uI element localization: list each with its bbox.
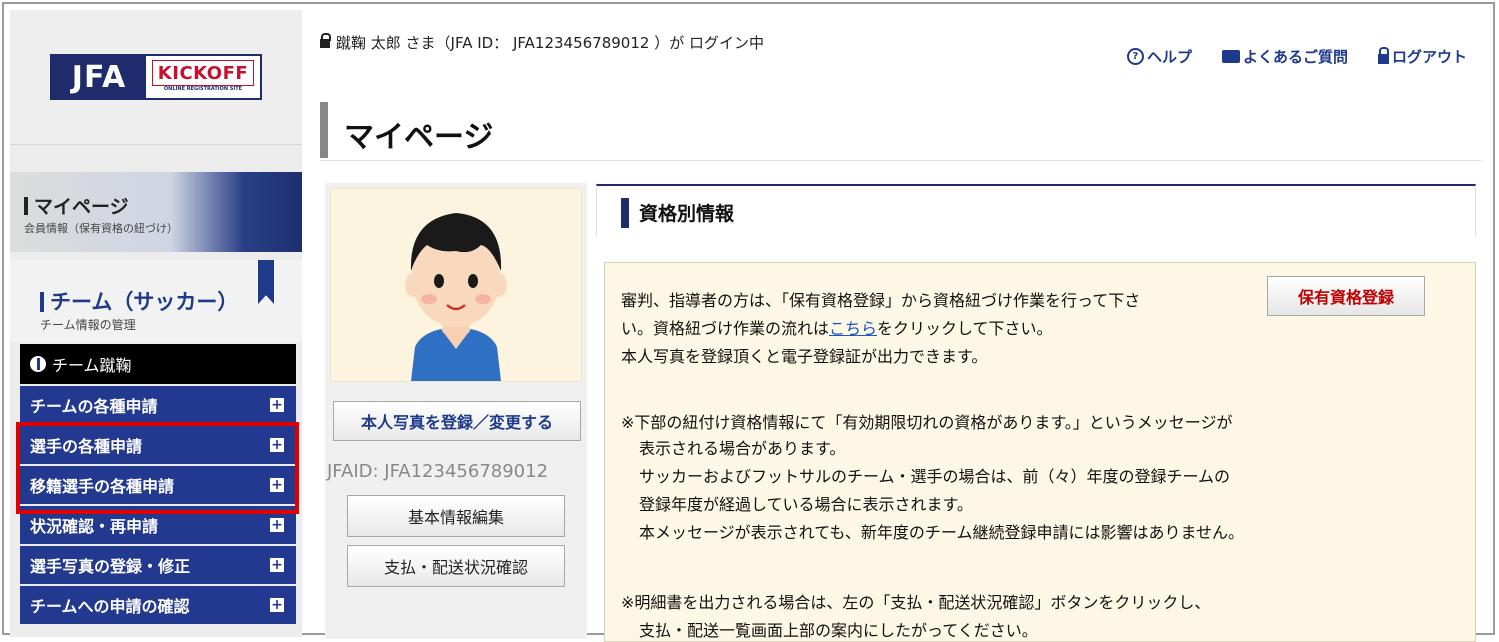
jfa-id: JFAID: JFA123456789012 (327, 461, 549, 482)
flow-link[interactable]: こちら (829, 319, 877, 338)
qualification-instruction-line2: い。資格紐づけ作業の流れはこちらをクリックして下さい。 (621, 315, 1053, 339)
logout-link-label: ログアウト (1391, 48, 1467, 66)
register-photo-button[interactable]: 本人写真を登録／変更する (333, 401, 581, 441)
logo-jfa-text: JFA (52, 56, 146, 98)
qualification-instruction-line1: 審判、指導者の方は、「保有資格登録」から資格紐づけ作業を行って下さ (621, 291, 1141, 310)
faq-link-label: よくあるご質問 (1242, 48, 1348, 66)
register-qualification-button[interactable]: 保有資格登録 (1267, 276, 1425, 316)
plus-icon[interactable]: + (270, 518, 284, 532)
highlight-annotation (16, 422, 299, 514)
top-links: ? ヘルプ よくあるご質問 ログアウト (1126, 46, 1467, 67)
team-menu-header: チーム蹴鞠 (20, 344, 296, 384)
menu-item-label: 選手写真の登録・修正 (30, 557, 191, 576)
plus-icon[interactable]: + (270, 558, 284, 572)
line2-text-before: い。資格紐づけ作業の流れは (621, 319, 830, 338)
team-name: チーム蹴鞠 (52, 356, 132, 375)
chat-bubble-icon (1221, 50, 1240, 63)
photo-notice: 本人写真を登録頂くと電子登録証が出力できます。 (621, 347, 988, 366)
qualification-info-box: 保有資格登録 審判、指導者の方は、「保有資格登録」から資格紐づけ作業を行って下さ… (604, 262, 1476, 642)
login-status-text: 蹴鞠 太郎 さま（JFA ID： JFA123456789012 ）が ログイン… (336, 34, 764, 52)
logo-area: JFA KICKOFF ONLINE REGISTRATION SITE (10, 10, 302, 145)
qualification-section-title: 資格別情報 (639, 203, 735, 225)
team-emblem-icon (30, 356, 46, 372)
avatar-illustration (405, 213, 507, 381)
avatar (330, 188, 582, 382)
statement-note-line2: 支払・配送一覧画面上部の案内にしたがってください。 (639, 621, 1038, 640)
help-link[interactable]: ? ヘルプ (1126, 46, 1192, 67)
edit-basic-info-button[interactable]: 基本情報編集 (347, 495, 565, 537)
expired-note-line5: 本メッセージが表示されても、新年度のチーム継続登録申請には影響はありません。 (639, 523, 1244, 542)
statement-note-line1: ※明細書を出力される場合は、左の「支払・配送状況確認」ボタンをクリックし、 (621, 593, 1211, 612)
logo-kickoff-text: KICKOFF (152, 60, 254, 86)
help-icon: ? (1126, 48, 1144, 65)
expired-note-line4: 登録年度が経過している場合に表示されます。 (639, 495, 973, 514)
line2-text-after: をクリックして下さい。 (877, 319, 1053, 338)
payment-shipping-status-button[interactable]: 支払・配送状況確認 (347, 545, 565, 587)
lock-icon (320, 33, 331, 48)
sidebar-mypage-subtitle: 会員情報（保有資格の紐づけ） (24, 222, 178, 235)
expired-note-line1: ※下部の紐付け資格情報にて「有効期限切れの資格があります。」というメッセージが (621, 413, 1233, 432)
unlock-icon (1377, 47, 1389, 64)
logout-link[interactable]: ログアウト (1377, 46, 1467, 67)
sidebar: JFA KICKOFF ONLINE REGISTRATION SITE マイペ… (10, 10, 302, 637)
sidebar-item-team[interactable]: チーム（サッカー） チーム情報の管理 (10, 260, 302, 342)
menu-item-label: 状況確認・再申請 (30, 517, 159, 536)
expired-note-line3: サッカーおよびフットサルのチーム・選手の場合は、前（々）年度の登録チームの (639, 467, 1231, 486)
plus-icon[interactable]: + (270, 598, 284, 612)
bookmark-icon (258, 260, 274, 304)
menu-item-team-requests[interactable]: チームへの申請の確認 + (20, 586, 296, 624)
jfa-kickoff-logo[interactable]: JFA KICKOFF ONLINE REGISTRATION SITE (50, 54, 262, 100)
help-link-label: ヘルプ (1146, 48, 1192, 66)
expired-note-line2: 表示される場合があります。 (639, 439, 846, 458)
sidebar-team-title: チーム（サッカー） (40, 286, 238, 316)
faq-link[interactable]: よくあるご質問 (1221, 46, 1348, 67)
page-title: マイページ (344, 120, 494, 155)
sidebar-team-subtitle: チーム情報の管理 (40, 318, 136, 332)
menu-item-team-applications[interactable]: チームの各種申請 + (20, 386, 296, 424)
sidebar-mypage-title: マイページ (24, 192, 129, 219)
logo-subtitle: ONLINE REGISTRATION SITE (163, 86, 243, 92)
plus-icon[interactable]: + (270, 398, 284, 412)
page-title-bar: マイページ (320, 102, 1482, 161)
qualification-section-header: 資格別情報 (596, 184, 1476, 236)
login-status: 蹴鞠 太郎 さま（JFA ID： JFA123456789012 ）が ログイン… (320, 32, 764, 53)
menu-item-label: チームへの申請の確認 (30, 597, 190, 616)
sidebar-item-mypage[interactable]: マイページ 会員情報（保有資格の紐づけ） (10, 172, 302, 252)
menu-item-label: チームの各種申請 (30, 397, 158, 416)
profile-panel: 本人写真を登録／変更する JFAID: JFA123456789012 基本情報… (325, 183, 587, 639)
menu-item-player-photos[interactable]: 選手写真の登録・修正 + (20, 546, 296, 584)
